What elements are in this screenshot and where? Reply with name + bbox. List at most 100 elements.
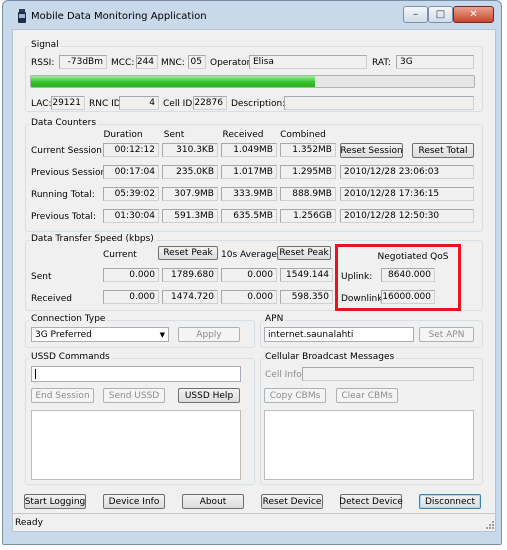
detect-device-button[interactable]: Detect Device (339, 494, 403, 509)
signal-strength-fill (31, 76, 315, 87)
ussd-input[interactable] (31, 366, 241, 382)
operator-label: Operator: (210, 58, 254, 68)
ussd-help-button[interactable]: USSD Help (178, 388, 240, 403)
close-icon: ✕ (469, 9, 478, 20)
counter-timestamp: 2010/12/28 12:50:30 (340, 209, 474, 223)
counter-duration: 00:17:04 (103, 165, 159, 179)
reset-total-button[interactable]: Reset Total (412, 143, 474, 158)
ussd-title: USSD Commands (29, 352, 112, 362)
cbm-title: Cellular Broadcast Messages (263, 352, 397, 362)
mcc-label: MCC: (111, 58, 135, 68)
window-title: Mobile Data Monitoring Application (31, 11, 207, 22)
signal-group-title: Signal (29, 40, 61, 50)
mnc-value: 05 (188, 55, 206, 69)
connection-type-select[interactable]: 3G Preferred ▼ (31, 327, 169, 342)
sent-label: Sent (31, 272, 52, 282)
rat-label: RAT: (372, 58, 391, 68)
cell-id-value: 22876 (193, 96, 227, 110)
lac-label: LAC: (31, 99, 52, 109)
apply-button[interactable]: Apply (178, 327, 240, 342)
signal-strength-bar (30, 75, 475, 88)
cell-id-label: Cell ID (163, 99, 193, 109)
col-received: Received (222, 130, 264, 140)
resize-grip-icon[interactable] (485, 520, 494, 529)
counter-received: 333.9MB (221, 187, 277, 201)
sent-current: 0.000 (103, 268, 159, 282)
counter-timestamp: 2010/12/28 17:36:15 (340, 187, 474, 201)
counter-received: 1.049MB (221, 143, 277, 157)
rssi-label: RSSI: (31, 58, 55, 68)
apn-value: internet.saunalahti (268, 329, 354, 340)
disconnect-button[interactable]: Disconnect (419, 494, 481, 509)
rssi-value: -73dBm (59, 55, 107, 69)
counter-sent: 591.3MB (162, 209, 218, 223)
cbm-messages-area[interactable] (264, 410, 474, 480)
rat-value: 3G (396, 55, 474, 69)
end-session-button[interactable]: End Session (31, 388, 94, 403)
counter-received: 1.017MB (221, 165, 277, 179)
counter-sent: 235.0KB (162, 165, 218, 179)
description-label: Description: (231, 99, 286, 109)
counter-sent: 307.9MB (162, 187, 218, 201)
counter-received: 635.5MB (221, 209, 277, 223)
rnc-label: RNC ID (89, 99, 121, 109)
start-logging-button[interactable]: Start Logging (24, 494, 86, 509)
description-value (284, 96, 474, 110)
counter-sent: 310.3KB (162, 143, 218, 157)
received-peak: 1474.720 (162, 290, 218, 304)
close-button[interactable]: ✕ (453, 6, 494, 23)
counter-row-label: Previous Total: (31, 212, 96, 222)
col-10s-average: 10s Average (221, 250, 277, 260)
set-apn-button[interactable]: Set APN (419, 327, 474, 342)
apn-title: APN (263, 314, 286, 324)
mcc-value: 244 (136, 55, 158, 69)
col-sent: Sent (163, 130, 185, 140)
lac-value: 29121 (51, 96, 85, 110)
about-button[interactable]: About (182, 494, 244, 509)
reset-device-button[interactable]: Reset Device (261, 494, 323, 509)
received-current: 0.000 (103, 290, 159, 304)
received-label: Received (31, 294, 72, 304)
counter-row-label: Current Session: (31, 146, 106, 156)
col-combined: Combined (280, 130, 326, 140)
col-current: Current (103, 250, 137, 260)
counter-timestamp: 2010/12/28 23:06:03 (340, 165, 474, 179)
sent-peak: 1789.680 (162, 268, 218, 282)
rnc-value: 4 (119, 96, 159, 110)
counter-duration: 01:30:04 (103, 209, 159, 223)
minimize-icon: – (413, 8, 418, 20)
qos-highlight-box (335, 244, 461, 311)
mnc-label: MNC: (161, 58, 185, 68)
ussd-response-area[interactable] (31, 410, 241, 480)
maximize-icon: □ (435, 8, 446, 20)
reset-peak-button-2[interactable]: Reset Peak (277, 246, 331, 260)
data-counters-title: Data Counters (29, 118, 99, 128)
chevron-down-icon: ▼ (159, 330, 165, 339)
device-info-button[interactable]: Device Info (103, 494, 165, 509)
clear-cbms-button[interactable]: Clear CBMs (336, 388, 398, 403)
connection-type-value: 3G Preferred (35, 329, 92, 340)
reset-peak-button[interactable]: Reset Peak (158, 246, 218, 260)
counter-duration: 00:12:12 (103, 143, 159, 157)
maximize-button[interactable]: □ (428, 6, 453, 23)
app-icon (17, 9, 27, 23)
counter-row-label: Previous Session: (31, 168, 110, 178)
counter-combined: 1.256GB (280, 209, 336, 223)
reset-session-button[interactable]: Reset Session (340, 143, 403, 158)
sent-average: 0.000 (221, 268, 277, 282)
minimize-button[interactable]: – (403, 6, 428, 23)
status-text: Ready (15, 518, 43, 528)
status-separator (12, 513, 496, 514)
connection-type-title: Connection Type (29, 314, 108, 324)
received-peak-average: 598.350 (280, 290, 333, 304)
operator-value: Elisa (249, 55, 367, 69)
text-caret (35, 369, 36, 379)
cell-info-value (302, 367, 474, 381)
counter-row-label: Running Total: (31, 190, 95, 200)
copy-cbms-button[interactable]: Copy CBMs (264, 388, 326, 403)
counter-combined: 888.9MB (280, 187, 336, 201)
transfer-speed-title: Data Transfer Speed (kbps) (29, 234, 156, 244)
col-duration: Duration (103, 130, 143, 140)
apn-input[interactable]: internet.saunalahti (264, 327, 414, 342)
send-ussd-button[interactable]: Send USSD (103, 388, 165, 403)
